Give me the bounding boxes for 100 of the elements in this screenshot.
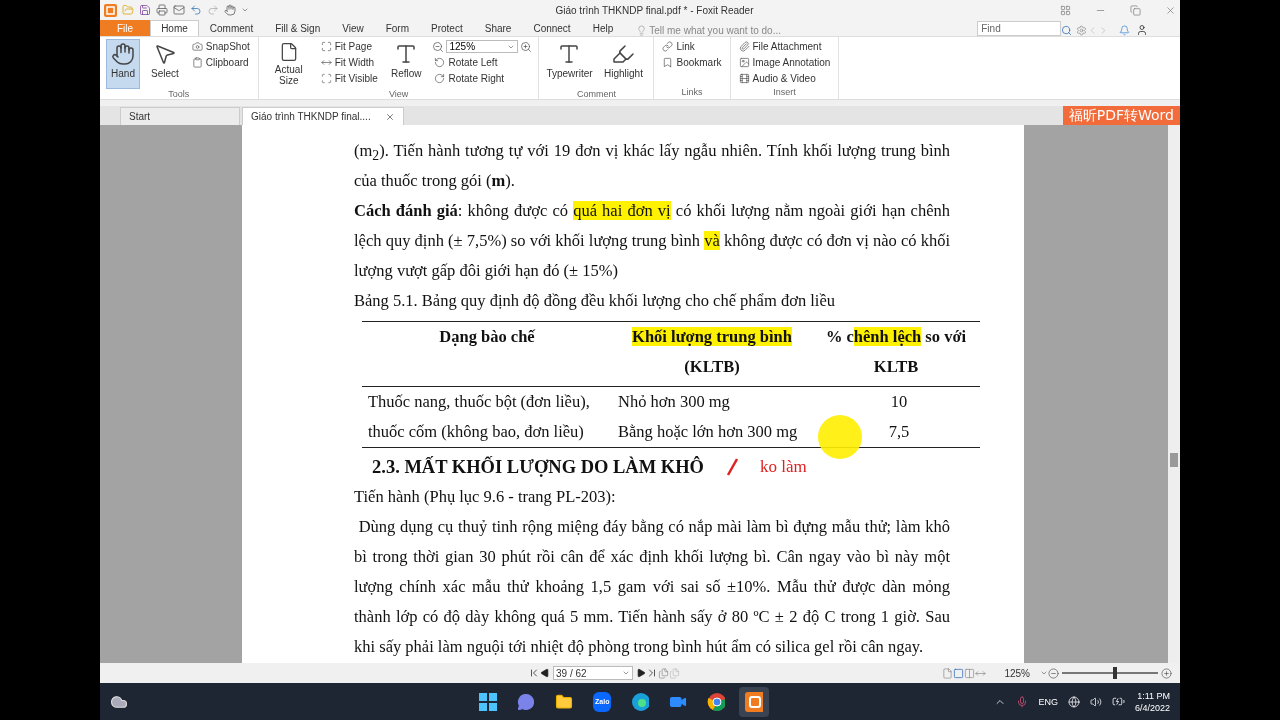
menu-tab[interactable]: Share: [473, 20, 523, 36]
ribbon-button[interactable]: Hand: [106, 39, 140, 89]
continuous-page-icon: [953, 667, 965, 679]
ribbon-button[interactable]: Rotate Right: [432, 71, 533, 86]
group-label: Links: [680, 87, 704, 99]
zoom-in-icon: [520, 40, 533, 53]
grid-icon: [1060, 4, 1071, 16]
battery-icon: [1111, 695, 1125, 708]
scrollbar[interactable]: [1168, 125, 1180, 663]
ribbon-button[interactable]: Link: [660, 39, 724, 54]
ribbon-button[interactable]: Image Annotation: [736, 55, 833, 70]
clipboard-icon: [191, 57, 203, 68]
fit-width-icon: [320, 57, 332, 68]
language-indicator[interactable]: ENG: [1038, 696, 1058, 707]
menu-tab[interactable]: Form: [374, 20, 421, 36]
tell-me-field[interactable]: Tell me what you want to do...: [647, 25, 798, 36]
previous-page-icon: [540, 668, 550, 678]
table-caption: Bảng 5.1. Bảng quy định độ đồng đều khối lượng cho chế phẩm đơn liều: [354, 290, 836, 312]
cursor-highlight: [818, 415, 862, 459]
printer-icon: [156, 4, 168, 16]
browser-icon: [707, 691, 726, 712]
redo-icon: [207, 4, 219, 16]
find-field[interactable]: Find: [977, 21, 1062, 36]
ribbon-button[interactable]: Reflow: [385, 39, 427, 89]
menu-tab[interactable]: Protect: [420, 20, 474, 36]
ribbon-button[interactable]: Fit Width: [318, 55, 380, 70]
ribbon-button[interactable]: Select: [146, 39, 184, 89]
page-number-field[interactable]: 39 / 62: [553, 666, 633, 680]
bookmark-icon: [662, 57, 674, 68]
ribbon-button[interactable]: File Attachment: [736, 39, 833, 54]
ribbon-button[interactable]: Typewriter: [545, 39, 594, 89]
zoom-field[interactable]: 125%: [446, 40, 519, 53]
table-cell-text: Nhỏ hơn 300 mg: [618, 391, 730, 413]
handwritten-note: ko làm: [760, 456, 807, 478]
search-icon: [1061, 25, 1073, 36]
zoom-out-icon: [432, 40, 445, 53]
ribbon-button[interactable]: Clipboard: [189, 55, 252, 70]
paragraph: Dùng dụng cụ thuỷ tinh rộng miệng đáy bằng có nắp mài làm bì đựng mẫu thử; làm khô bì trong thời gian 30 phút rồi cân để xác định khối lượng bì. Cân ngay vào bì này một lượng chính xác mẫu thử khoảng 1,5 gam với sai số ±10%. Mẫu thử được dàn mỏng thành lớp có độ dày không quá 5 mm. Tiến hành sấy ở 80 ºC ± 2 độ C trong 1 giờ. Sau khi sấy phải làm nguội tới nhiệt độ phòng trong bình hút ẩm có silica gel rồi cân ngay.: [354, 516, 950, 658]
table-cell-text: Thuốc nang, thuốc bột (đơn liều), thuốc cốm (không bao, đơn liều): [368, 391, 591, 443]
image-icon: [738, 57, 750, 68]
restore-icon: [1130, 4, 1141, 16]
chat-icon: [517, 691, 536, 712]
film-icon: [738, 73, 750, 84]
rotate-right-icon: [434, 73, 446, 84]
pen-stroke-icon: [726, 458, 738, 476]
group-label: Insert: [772, 87, 797, 99]
ribbon-button[interactable]: Fit Visible: [318, 71, 380, 86]
settings-icon: [1076, 25, 1088, 36]
folder-icon: [122, 4, 134, 16]
table-cell-text: 7,5: [888, 421, 910, 443]
slider-thumb[interactable]: [1112, 667, 1117, 679]
ribbon-button[interactable]: Audio & Video: [736, 71, 833, 86]
last-page-icon: [646, 667, 658, 679]
clock-date: 6/4/2022: [1134, 701, 1170, 714]
menu-tab[interactable]: Help: [581, 20, 625, 36]
caret-icon: [241, 6, 249, 14]
paperclip-icon: [738, 41, 750, 52]
clock-time: 1:11 PM: [1137, 689, 1170, 702]
zoom-in-icon: [1161, 667, 1172, 679]
highlight-icon: [611, 42, 636, 66]
user-icon: [1136, 24, 1149, 36]
zoom-out-icon: [1048, 667, 1059, 679]
mail-icon: [173, 4, 185, 16]
taskbar-app[interactable]: [739, 686, 770, 717]
ribbon-button[interactable]: Bookmark: [660, 55, 724, 70]
close-icon: [384, 111, 395, 122]
link-icon: [662, 41, 674, 52]
next-page-icon: [636, 668, 646, 678]
ribbon-button[interactable]: SnapShot: [189, 39, 252, 54]
windows-start-icon: [479, 692, 498, 711]
document-tab[interactable]: Giáo trình THKNDP final....: [242, 107, 404, 125]
menu-tab[interactable]: Comment: [198, 20, 265, 36]
menu-tab[interactable]: View: [331, 20, 375, 36]
group-label: Comment: [575, 89, 617, 99]
browser-icon: [631, 691, 650, 712]
menu-tab[interactable]: Home: [150, 20, 199, 36]
fit-visible-icon: [320, 73, 332, 84]
single-page-icon: [942, 667, 954, 679]
save-icon: [139, 4, 151, 16]
hand-icon: [224, 4, 236, 16]
paragraph: Tiến hành (Phụ lục 9.6 - trang PL-203):: [354, 486, 617, 508]
facing-pages-icon: [964, 667, 976, 679]
window-title: Giáo trình THKNDP final.pdf * - Foxit Reader: [554, 4, 755, 16]
first-page-icon: [528, 667, 540, 679]
pdf-app-icon: [745, 691, 764, 712]
bell-icon: [1119, 25, 1131, 36]
hand-icon: [111, 42, 135, 66]
caret-icon: [622, 669, 630, 677]
ribbon-button[interactable]: Highlight: [599, 39, 648, 89]
document-tab[interactable]: Start: [120, 107, 240, 125]
zoom-level: 125%: [1004, 667, 1030, 679]
globe-icon: [1067, 695, 1080, 708]
menu-tab[interactable]: Connect: [522, 20, 582, 36]
ribbon-button[interactable]: Actual Size: [264, 39, 313, 89]
ribbon-button[interactable]: Fit Page: [318, 39, 380, 54]
table-cell-text: Bằng hoặc lớn hơn 300 mg: [618, 421, 798, 443]
ribbon-button[interactable]: Rotate Left: [432, 55, 533, 70]
undo-icon: [190, 4, 202, 16]
menu-tab[interactable]: Fill & Sign: [264, 20, 332, 36]
paragraph: (m$_{2}$). Tiến hành tương tự với 19 đơn vị khác lấy ngẫu nhiên. Tính khối lượng trung bình của thuốc trong gói (m).: [354, 140, 950, 192]
